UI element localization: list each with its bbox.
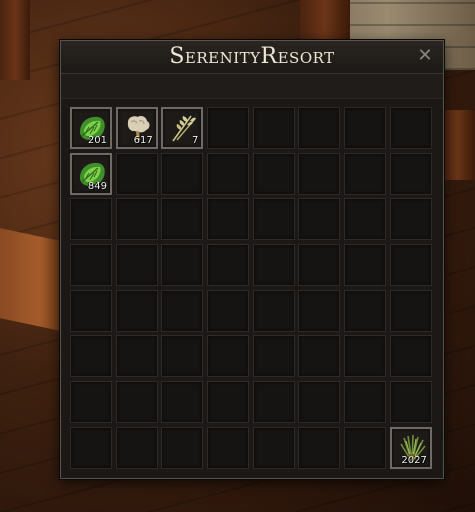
inventory-slot[interactable] [115,381,158,424]
inventory-slot[interactable] [298,198,341,241]
inventory-slot[interactable] [389,198,432,241]
inventory-slot[interactable] [115,198,158,241]
inventory-slot[interactable] [207,426,250,469]
inventory-slot[interactable] [344,244,387,287]
inventory-slot[interactable] [70,198,112,241]
inventory-grid: 201 617 7 849 2027 [70,107,432,469]
inventory-slot[interactable] [207,107,250,149]
inventory-slot[interactable] [207,335,250,378]
inventory-slot[interactable] [389,335,432,378]
inventory-slot[interactable] [252,107,295,149]
inventory-slot[interactable] [207,198,250,241]
inventory-slot[interactable] [298,335,341,378]
inventory-slot[interactable] [389,152,432,195]
item-quantity: 617 [133,135,153,146]
inventory-slot[interactable] [344,152,387,195]
inventory-slot[interactable] [344,289,387,332]
inventory-slot[interactable] [389,381,432,424]
inventory-slot[interactable] [115,289,158,332]
window-title: SerenityResort [169,44,335,69]
inventory-slot[interactable] [252,289,295,332]
inventory-slot[interactable] [115,335,158,378]
inventory-slot[interactable] [298,289,341,332]
inventory-slot[interactable] [252,152,295,195]
inventory-slot[interactable] [207,152,250,195]
item-quantity: 849 [87,180,107,192]
inventory-slot[interactable]: 617 [115,107,158,149]
inventory-slot[interactable] [298,426,341,469]
inventory-slot[interactable]: 7 [161,107,204,149]
inventory-slot[interactable] [161,381,204,424]
inventory-slot[interactable] [207,244,250,287]
wooden-crate [0,228,65,332]
window-subbar [61,74,443,99]
inventory-slot[interactable] [389,244,432,287]
inventory-slot[interactable] [298,152,341,195]
inventory-slot[interactable] [70,426,112,469]
inventory-slot[interactable]: 849 [70,152,112,195]
inventory-slot[interactable] [298,244,341,287]
inventory-slot[interactable] [161,426,204,469]
wooden-beam [0,0,30,80]
inventory-slot[interactable] [344,335,387,378]
item-quantity: 201 [87,135,107,146]
item-quantity: 2027 [401,454,427,466]
wooden-beam [440,110,475,180]
inventory-slot[interactable] [161,198,204,241]
inventory-slot[interactable] [344,381,387,424]
inventory-slot[interactable] [252,381,295,424]
inventory-slot[interactable] [344,198,387,241]
wooden-beam [300,0,350,42]
inventory-slot[interactable] [115,152,158,195]
inventory-slot[interactable] [389,107,432,149]
inventory-slot[interactable]: 2027 [389,426,432,469]
inventory-slot[interactable] [115,426,158,469]
inventory-slot[interactable] [161,289,204,332]
inventory-slot[interactable] [207,381,250,424]
window-titlebar[interactable]: SerenityResort ✕ [61,41,443,74]
inventory-slot[interactable] [344,107,387,149]
inventory-slot[interactable] [161,244,204,287]
inventory-slot[interactable] [252,198,295,241]
inventory-slot[interactable] [207,289,250,332]
inventory-slot[interactable] [389,289,432,332]
inventory-slot[interactable] [70,335,112,378]
inventory-slot[interactable] [115,244,158,287]
inventory-slot[interactable] [252,426,295,469]
inventory-slot[interactable] [344,426,387,469]
inventory-slot[interactable] [161,335,204,378]
close-icon[interactable]: ✕ [417,47,433,65]
inventory-slot[interactable] [252,335,295,378]
inventory-window: SerenityResort ✕ 201 617 7 849 2027 [60,40,444,479]
inventory-slot[interactable] [252,244,295,287]
inventory-slot[interactable] [70,244,112,287]
item-quantity: 7 [192,135,199,146]
game-world-background: SerenityResort ✕ 201 617 7 849 2027 [0,0,475,512]
inventory-slot[interactable] [298,107,341,149]
inventory-slot[interactable] [70,289,112,332]
inventory-slot[interactable] [298,381,341,424]
inventory-slot[interactable] [70,381,112,424]
inventory-slot[interactable] [161,152,204,195]
inventory-slot[interactable]: 201 [70,107,112,149]
